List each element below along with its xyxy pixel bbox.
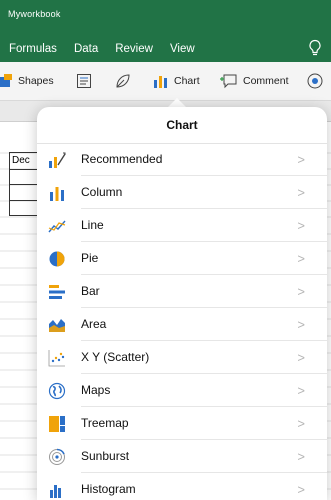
icons-button[interactable] (114, 62, 132, 100)
chart-menu-popover: Chart Recommended > Column > Line > Pie … (37, 107, 327, 500)
menu-item-recommended[interactable]: Recommended > (37, 143, 327, 176)
ribbon-tabs: Formulas Data Review View (0, 43, 203, 59)
comment-label: Comment (243, 75, 289, 87)
ribbon-header: Myworkbook Formulas Data Review View (0, 0, 331, 62)
chart-icon (154, 76, 167, 88)
chart-label: Chart (174, 75, 200, 87)
chevron-right-icon: > (297, 383, 305, 398)
menu-item-label: Histogram (81, 482, 136, 496)
menu-item-label: Area (81, 317, 107, 331)
menu-item-label: Treemap (81, 416, 129, 430)
chart-menu-title: Chart (37, 107, 327, 144)
comment-button[interactable]: Comment (220, 62, 289, 100)
menu-item-pie[interactable]: Pie > (37, 242, 327, 275)
menu-item-label: Column (81, 185, 123, 199)
menu-item-column[interactable]: Column > (37, 176, 327, 209)
menu-item-maps[interactable]: Maps > (37, 374, 327, 407)
shapes-icon (0, 74, 12, 87)
insert-toolbar: Shapes Chart Comment (0, 62, 331, 101)
chevron-right-icon: > (297, 317, 305, 332)
menu-item-label: Line (81, 218, 104, 232)
menu-item-label: Sunburst (81, 449, 130, 463)
menu-item-area[interactable]: Area > (37, 308, 327, 341)
chevron-right-icon: > (297, 416, 305, 431)
menu-item-sunburst[interactable]: Sunburst > (37, 440, 327, 473)
lightbulb-icon[interactable] (308, 39, 322, 57)
chevron-right-icon: > (297, 284, 305, 299)
menu-item-treemap[interactable]: Treemap > (37, 407, 327, 440)
chart-button[interactable]: Chart (154, 62, 200, 100)
menu-item-line[interactable]: Line > (37, 209, 327, 242)
menu-item-scatter[interactable]: X Y (Scatter) > (37, 341, 327, 374)
bar-chart-icon (49, 285, 65, 299)
menu-item-label: X Y (Scatter) (81, 350, 150, 364)
recommended-chart-icon (49, 152, 66, 168)
textbox-button[interactable] (76, 62, 92, 100)
tab-review[interactable]: Review (115, 43, 153, 59)
menu-item-label: Bar (81, 284, 100, 298)
selected-cells[interactable] (9, 169, 39, 216)
menu-item-bar[interactable]: Bar > (37, 275, 327, 308)
scatter-chart-icon (48, 350, 65, 367)
chevron-right-icon: > (297, 185, 305, 200)
shapes-button[interactable]: Shapes (0, 62, 54, 100)
chevron-right-icon: > (297, 482, 305, 497)
workbook-name: Myworkbook (8, 9, 61, 19)
histogram-chart-icon (50, 485, 61, 498)
tab-view[interactable]: View (170, 43, 195, 59)
map-chart-icon (48, 382, 66, 400)
area-chart-icon (49, 319, 65, 332)
chevron-right-icon: > (297, 350, 305, 365)
menu-item-label: Recommended (81, 152, 163, 166)
menu-item-histogram[interactable]: Histogram > (37, 473, 327, 500)
addins-button[interactable] (306, 62, 324, 100)
icons-insert-icon (116, 74, 130, 88)
line-chart-icon (48, 220, 66, 233)
chevron-right-icon: > (297, 449, 305, 464)
sunburst-chart-icon (49, 448, 65, 465)
pie-chart-icon (49, 251, 65, 267)
shapes-label: Shapes (18, 75, 54, 87)
tab-data[interactable]: Data (74, 43, 98, 59)
treemap-chart-icon (49, 416, 65, 432)
textbox-icon (77, 74, 91, 88)
tab-formulas[interactable]: Formulas (9, 43, 57, 59)
chevron-right-icon: > (297, 218, 305, 233)
comment-icon (220, 74, 237, 89)
chevron-right-icon: > (297, 152, 305, 167)
menu-item-label: Maps (81, 383, 111, 397)
addins-icon (307, 73, 323, 89)
chevron-right-icon: > (297, 251, 305, 266)
column-chart-icon (50, 187, 64, 201)
menu-item-label: Pie (81, 251, 99, 265)
